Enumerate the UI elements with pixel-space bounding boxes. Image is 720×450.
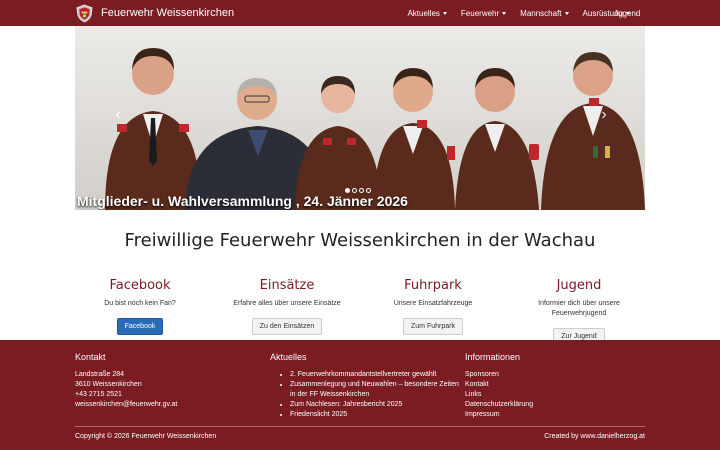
feature-title: Einsätze [259,278,315,293]
brand-link[interactable]: Feuerwehr Weissenkirchen [75,3,234,23]
facebook-button[interactable]: Facebook [116,318,164,335]
fuhrpark-button[interactable]: Zum Fuhrpark [403,318,463,335]
footer-informationen: Informationen Sponsoren Kontakt Links Da… [465,352,533,420]
news-list: 2. Feuerwehrkommandantstellvertreter gew… [270,370,460,420]
hero-carousel: ‹ › Mitglieder- u. Wahlversammlung , 24.… [75,26,645,210]
caret-down-icon [564,11,569,15]
navbar: Feuerwehr Weissenkirchen Aktuelles Feuer… [0,0,720,26]
link-impressum[interactable]: Impressum [465,410,533,420]
caret-down-icon [502,11,507,15]
chevron-right-icon: › [601,106,607,123]
feature-text-line: Feuerwehrjugend [551,310,607,317]
chevron-left-icon: ‹ [115,106,121,123]
feature-text: Erfahre alles über unsere Einsätze [233,300,341,307]
carousel-caption: Mitglieder- u. Wahlversammlung , 24. Jän… [77,193,408,209]
link-links[interactable]: Links [465,390,533,400]
fire-department-shield-logo [76,4,93,22]
news-link[interactable]: Zum Nachlesen: Jahresbericht 2025 [290,400,460,410]
einsaetze-button[interactable]: Zu den Einsätzen [251,318,323,335]
link-datenschutz[interactable]: Datenschutzerklärung [465,400,533,410]
address-city: 3610 Weissenkirchen [75,381,142,388]
brand-title: Feuerwehr Weissenkirchen [101,7,235,19]
footer-kontakt: Kontakt Landstraße 284 3610 Weissenkirch… [75,352,177,410]
nav-item-aktuelles[interactable]: Aktuelles [400,9,453,18]
feature-text: Informier dich über unsere Feuerwehrjuge… [509,299,649,319]
caret-down-icon [442,11,447,15]
feature-title: Jugend [556,278,602,293]
nav-label: Feuerwehr [460,8,500,18]
link-kontakt[interactable]: Kontakt [465,380,533,390]
nav-item-jugend[interactable]: Jugend [614,0,640,26]
feature-jugend: Jugend Informier dich über unsere Feuerw… [509,278,649,345]
email-link[interactable]: weissenkirchen@feuerwehr.gv.at [75,400,177,410]
main-nav: Aktuelles Feuerwehr Mannschaft Ausrüstun… [400,0,637,26]
phone-number: +43 2715 2521 [75,391,122,398]
feature-title: Fuhrpark [404,278,462,293]
nav-label: Mannschaft [520,8,562,18]
carousel-next-button[interactable]: › [597,106,611,123]
news-link[interactable]: Zusammenlegung und Neuwahlen – besondere… [290,380,460,400]
footer-heading: Aktuelles [270,352,307,362]
feature-facebook: Facebook Du bist noch kein Fan? Facebook [70,278,210,335]
group-photo [75,26,645,210]
nav-item-feuerwehr[interactable]: Feuerwehr [454,9,513,18]
carousel-prev-button[interactable]: ‹ [111,106,125,123]
feature-einsaetze: Einsätze Erfahre alles über unsere Einsä… [217,278,357,335]
news-link[interactable]: Friedenslicht 2025 [290,410,460,420]
feature-fuhrpark: Fuhrpark Unsere Einsatzfahrzeuge Zum Fuh… [363,278,503,335]
page-title: Freiwillige Feuerwehr Weissenkirchen in … [124,230,596,251]
credit-link[interactable]: Created by www.danielherzog.at [544,433,645,440]
nav-label: Aktuelles [407,8,440,18]
copyright-text: Copyright © 2026 Feuerwehr Weissenkirche… [75,433,217,440]
footer: Kontakt Landstraße 284 3610 Weissenkirch… [0,340,720,450]
feature-text: Unsere Einsatzfahrzeuge [393,300,473,307]
footer-aktuelles: Aktuelles 2. Feuerwehrkommandantstellver… [270,352,460,420]
news-link[interactable]: 2. Feuerwehrkommandantstellvertreter gew… [290,370,460,380]
footer-divider [75,426,645,427]
nav-item-mannschaft[interactable]: Mannschaft [513,9,575,18]
footer-heading: Kontakt [75,352,106,362]
feature-text: Du bist noch kein Fan? [104,300,176,307]
feature-text-line: Informier dich über unsere [538,300,620,307]
link-sponsoren[interactable]: Sponsoren [465,370,533,380]
address-street: Landstraße 284 [75,371,125,378]
feature-title: Facebook [109,278,171,293]
footer-heading: Informationen [465,352,521,362]
